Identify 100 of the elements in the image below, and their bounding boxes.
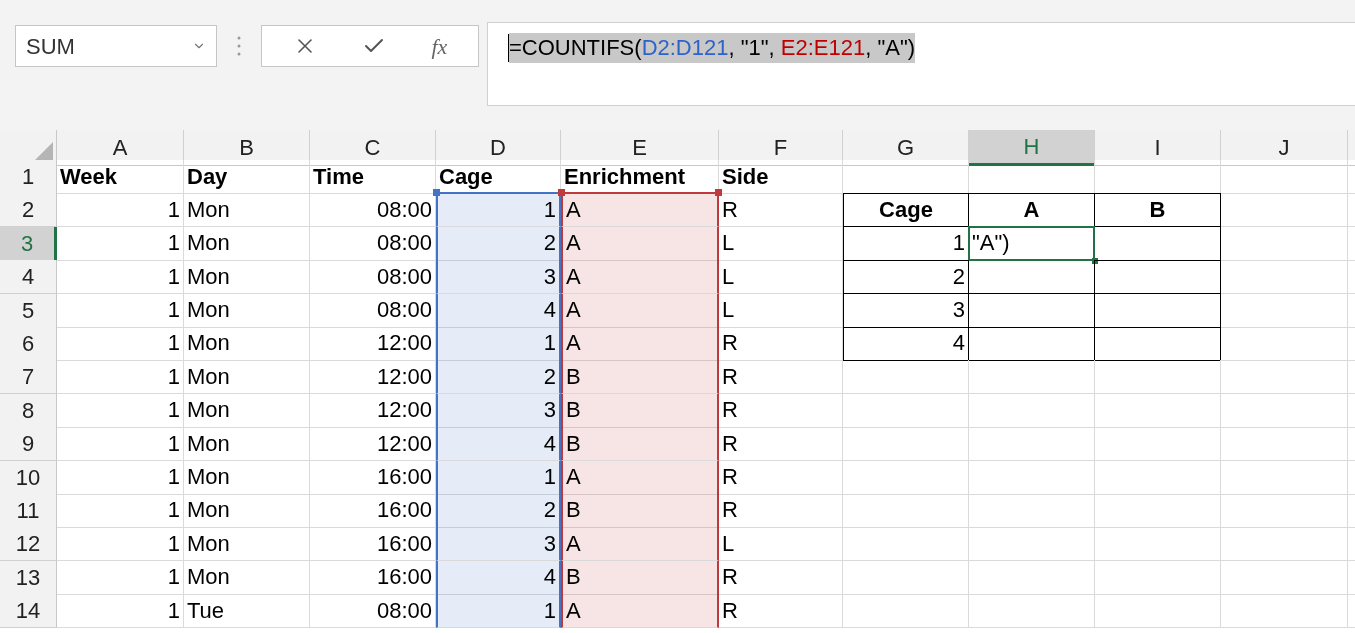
cell-text: A <box>566 466 581 488</box>
range-handle[interactable] <box>715 189 722 197</box>
cell-text: 3 <box>543 265 556 288</box>
cell-text: A <box>566 332 581 355</box>
cell-text: 2 <box>543 365 556 388</box>
cell-text: 3 <box>543 532 556 555</box>
cell-text: 12:00 <box>376 399 432 422</box>
column-header[interactable]: B <box>184 130 310 166</box>
table-cell[interactable] <box>969 326 1095 361</box>
cell-text: 16:00 <box>376 466 432 488</box>
cell-text: B <box>566 399 581 422</box>
cell-text: Mon <box>187 532 230 555</box>
cell-text: Mon <box>187 198 230 221</box>
row-header[interactable]: 8 <box>0 393 57 428</box>
name-box-value: SUM <box>26 32 75 61</box>
cell-text: A <box>566 599 581 622</box>
row-header[interactable]: 13 <box>0 560 57 595</box>
cell-text: 1 <box>543 198 556 221</box>
column-header[interactable]: J <box>1221 130 1348 166</box>
cell-text: 1 <box>167 299 180 322</box>
table-cell[interactable] <box>1095 293 1221 328</box>
cell-text: Mon <box>187 399 230 422</box>
row-header[interactable]: 9 <box>0 427 57 462</box>
cell-text: L <box>722 532 735 555</box>
cell-text: R <box>722 432 738 455</box>
cell-text: 1 <box>167 232 180 255</box>
cell-text: Mon <box>187 265 230 288</box>
cell-text: 08:00 <box>376 299 432 322</box>
table-cell[interactable]: 2 <box>843 260 969 295</box>
cell-text: 2 <box>952 265 965 288</box>
cell-text: 1 <box>167 499 180 522</box>
column-header[interactable]: A <box>57 130 184 166</box>
cell-text: 1 <box>543 599 556 622</box>
cell-text: L <box>722 299 735 322</box>
row-header[interactable]: 5 <box>0 293 57 328</box>
cell-text: Mon <box>187 466 230 488</box>
cell-text: R <box>722 399 738 422</box>
table-cell[interactable]: 3 <box>843 293 969 328</box>
table-cell[interactable] <box>969 293 1095 328</box>
cell-text: R <box>722 499 738 522</box>
name-box[interactable]: SUM <box>15 25 217 67</box>
cell-text: A <box>1023 199 1040 222</box>
cell-text: A <box>566 198 581 221</box>
cell-text: 1 <box>167 432 180 455</box>
cell-text: 1 <box>543 466 556 488</box>
column-header[interactable]: D <box>436 130 561 166</box>
cell-text: Side <box>722 165 769 188</box>
column-header[interactable]: C <box>310 130 436 166</box>
cell-text: Mon <box>187 232 230 255</box>
table-cell[interactable] <box>1095 326 1221 361</box>
table-cell[interactable] <box>1095 226 1221 261</box>
table-cell[interactable] <box>969 260 1095 295</box>
column-header[interactable]: I <box>1095 130 1221 166</box>
cell-text: 1 <box>167 365 180 388</box>
cell-text: L <box>722 232 735 255</box>
cell-text: 1 <box>167 566 180 589</box>
row-header[interactable]: 7 <box>0 360 57 395</box>
cell-text: A <box>566 232 581 255</box>
cell-text: 08:00 <box>376 198 432 221</box>
row-header[interactable]: 10 <box>0 460 57 495</box>
column-header[interactable]: E <box>561 130 719 166</box>
cell-text: Mon <box>187 432 230 455</box>
table-cell[interactable]: 1 <box>843 226 969 261</box>
table-cell[interactable] <box>1095 260 1221 295</box>
row-header[interactable]: 3 <box>0 226 57 261</box>
row-header[interactable]: 12 <box>0 527 57 562</box>
row-header[interactable]: 11 <box>0 493 57 528</box>
row-header[interactable]: 6 <box>0 326 57 361</box>
cell-text: 12:00 <box>376 332 432 355</box>
cell-text: 08:00 <box>376 599 432 622</box>
selected-cell[interactable]: "A") <box>969 226 1095 261</box>
cell-text: 4 <box>952 332 965 355</box>
cell-text: 1 <box>167 532 180 555</box>
cell-text: 12:00 <box>376 365 432 388</box>
cell-text: 08:00 <box>376 232 432 255</box>
cell-text: Mon <box>187 299 230 322</box>
cell-text: R <box>722 466 738 488</box>
table-cell[interactable]: 4 <box>843 326 969 361</box>
cell-text: R <box>722 599 738 622</box>
cell-text: Enrichment <box>564 165 686 188</box>
cell-text: Tue <box>187 599 225 622</box>
row-header[interactable]: 14 <box>0 594 57 629</box>
range-handle[interactable] <box>558 189 565 197</box>
row-header[interactable]: 2 <box>0 193 57 228</box>
column-header[interactable]: H <box>969 130 1095 166</box>
cell-text: 12:00 <box>376 432 432 455</box>
cell-text: R <box>722 566 738 589</box>
cell-text: R <box>722 365 738 388</box>
cell-text: 1 <box>167 399 180 422</box>
cell-text: 1 <box>167 198 180 221</box>
row-header[interactable]: 1 <box>0 160 57 194</box>
formula-bar[interactable]: =COUNTIFS(D2:D121, "1", E2:E121, "A") <box>487 22 1355 106</box>
cell-text: 1 <box>167 599 180 622</box>
range-handle[interactable] <box>433 189 440 197</box>
cell-text: A <box>566 532 581 555</box>
cell-text: 3 <box>952 299 965 322</box>
insert-function-button[interactable]: fx <box>431 29 448 63</box>
cell-text: 2 <box>543 232 556 255</box>
row-header[interactable]: 4 <box>0 260 57 295</box>
column-header[interactable]: F <box>719 130 843 166</box>
